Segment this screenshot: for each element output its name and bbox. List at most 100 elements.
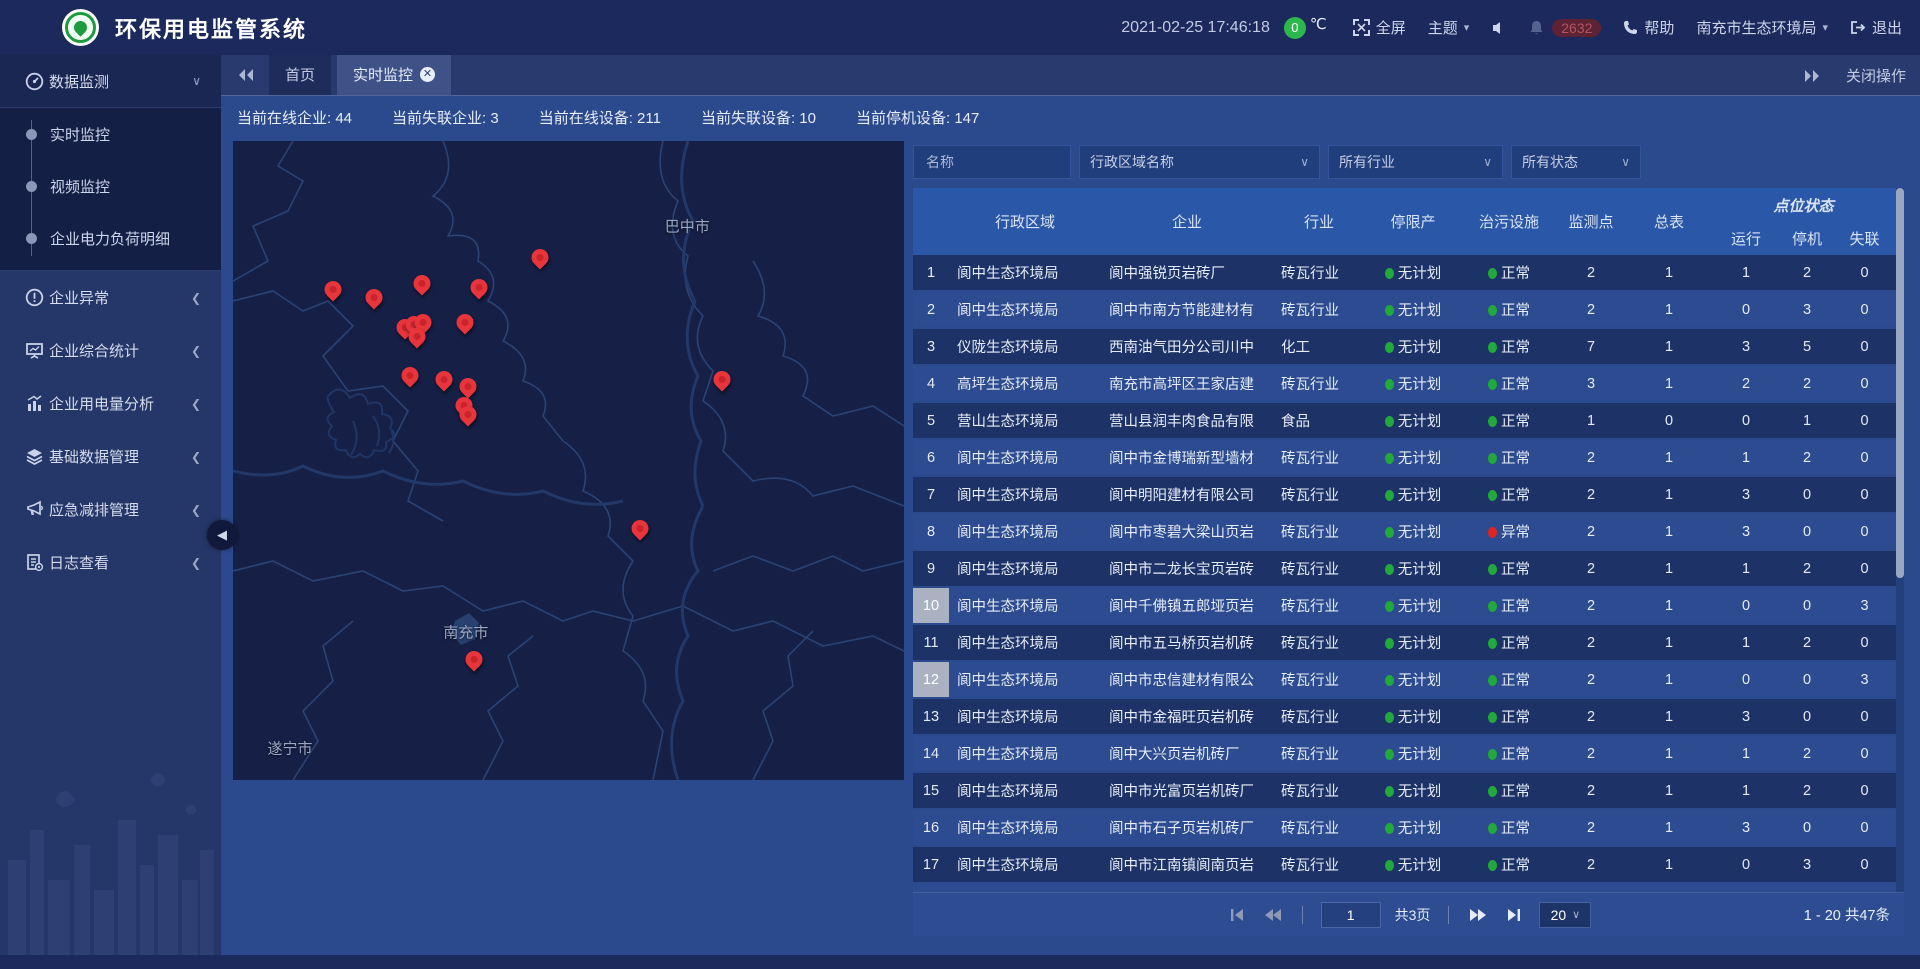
tabs-scroll-left-button[interactable] <box>229 54 263 95</box>
tab-0[interactable]: 首页 <box>269 54 331 95</box>
pagination-bar: 共3页 20 ∨ 1 - 20 共47条 <box>913 892 1904 936</box>
stop-status-cell: 无计划 <box>1365 632 1461 653</box>
sidebar-item-3[interactable]: 企业用电量分析❮ <box>0 377 221 430</box>
table-row[interactable]: 1阆中生态环境局阆中强锐页岩砖厂砖瓦行业无计划正常21120 <box>913 255 1904 290</box>
theme-dropdown[interactable]: 主题 ▾ <box>1428 17 1470 38</box>
sidebar-item-4[interactable]: 基础数据管理❮ <box>0 430 221 483</box>
run-count-cell: 1 <box>1713 265 1779 281</box>
green-dot-icon <box>1488 379 1497 390</box>
col-header-0 <box>913 188 949 255</box>
fullscreen-label: 全屏 <box>1376 17 1406 38</box>
halt-count-cell: 0 <box>1779 524 1835 540</box>
run-count-cell: 3 <box>1713 709 1779 725</box>
prev-page-button[interactable] <box>1262 904 1284 926</box>
next-page-icon <box>1469 908 1487 922</box>
page-number-input[interactable] <box>1321 902 1381 928</box>
industry-cell: 砖瓦行业 <box>1273 743 1365 764</box>
table-row[interactable]: 2阆中生态环境局阆中市南方节能建材有砖瓦行业无计划正常21030 <box>913 292 1904 327</box>
page-size-select[interactable]: 20 ∨ <box>1539 902 1591 928</box>
table-row[interactable]: 10阆中生态环境局阆中千佛镇五郎垭页岩砖瓦行业无计划正常21003 <box>913 588 1904 623</box>
lost-count-cell: 0 <box>1835 376 1894 392</box>
table-row[interactable]: 14阆中生态环境局阆中大兴页岩机砖厂砖瓦行业无计划正常21120 <box>913 736 1904 771</box>
bell-icon <box>1529 20 1544 36</box>
first-page-button[interactable] <box>1226 904 1248 926</box>
table-row[interactable]: 7阆中生态环境局阆中明阳建材有限公司砖瓦行业无计划正常21300 <box>913 477 1904 512</box>
lost-count-cell: 0 <box>1835 635 1894 651</box>
monitor-count-cell: 2 <box>1557 635 1625 651</box>
sidebar-item-5[interactable]: 应急减排管理❮ <box>0 483 221 536</box>
green-dot-icon <box>1488 564 1497 575</box>
close-operations-button[interactable]: 关闭操作 <box>1846 65 1906 86</box>
green-dot-icon <box>1385 453 1394 464</box>
app-logo-icon <box>62 9 99 46</box>
region-filter-select[interactable]: 行政区域名称 ∨ <box>1079 145 1320 179</box>
run-count-cell: 3 <box>1713 339 1779 355</box>
halt-count-cell: 2 <box>1779 450 1835 466</box>
table-row[interactable]: 17阆中生态环境局阆中市江南镇阆南页岩砖瓦行业无计划正常21030 <box>913 847 1904 882</box>
next-page-button[interactable] <box>1467 904 1489 926</box>
industry-filter-select[interactable]: 所有行业 ∨ <box>1328 145 1503 179</box>
red-dot-icon <box>1488 527 1497 538</box>
name-filter-field[interactable] <box>913 145 1071 179</box>
notifications[interactable]: 2632 <box>1529 19 1601 37</box>
map-lines <box>233 141 904 780</box>
table-row[interactable]: 5营山生态环境局营山县润丰肉食品有限食品无计划正常10010 <box>913 403 1904 438</box>
tab-1[interactable]: 实时监控✕ <box>337 54 451 95</box>
double-chevron-right-icon[interactable] <box>1804 69 1820 83</box>
sidebar-item-6[interactable]: 日志查看❮ <box>0 536 221 589</box>
sidebar-subitem-2[interactable]: 企业电力负荷明细 <box>0 212 221 264</box>
run-count-cell: 2 <box>1713 376 1779 392</box>
region-cell: 高坪生态环境局 <box>949 373 1101 394</box>
table-row[interactable]: 3仪陇生态环境局西南油气田分公司川中化工无计划正常71350 <box>913 329 1904 364</box>
table-row[interactable]: 13阆中生态环境局阆中市金福旺页岩机砖砖瓦行业无计划正常21300 <box>913 699 1904 734</box>
row-index: 9 <box>913 551 949 586</box>
table-row[interactable]: 9阆中生态环境局阆中市二龙长宝页岩砖砖瓦行业无计划正常21120 <box>913 551 1904 586</box>
stop-status-cell: 无计划 <box>1365 854 1461 875</box>
table-row[interactable]: 18南部生态环境局南部县砌华水泥有限公建材行业无计划正常50050 <box>913 884 1904 892</box>
city-label: 遂宁市 <box>268 738 313 759</box>
green-dot-icon <box>1385 786 1394 797</box>
exit-icon <box>1850 20 1866 35</box>
table-row[interactable]: 12阆中生态环境局阆中市忠信建材有限公砖瓦行业无计划正常21003 <box>913 662 1904 697</box>
sidebar-item-0[interactable]: 数据监测∨ <box>0 55 221 108</box>
last-page-button[interactable] <box>1503 904 1525 926</box>
chevron-left-icon: ❮ <box>191 450 201 464</box>
table-row[interactable]: 11阆中生态环境局阆中市五马桥页岩机砖砖瓦行业无计划正常21120 <box>913 625 1904 660</box>
green-dot-icon <box>1488 860 1497 871</box>
fullscreen-button[interactable]: 全屏 <box>1353 17 1406 38</box>
run-count-cell: 0 <box>1713 598 1779 614</box>
table-row[interactable]: 16阆中生态环境局阆中市石子页岩机砖厂砖瓦行业无计划正常21300 <box>913 810 1904 845</box>
name-filter-input[interactable] <box>924 153 1060 171</box>
table-row[interactable]: 4高坪生态环境局南充市高坪区王家店建砖瓦行业无计划正常31220 <box>913 366 1904 401</box>
table-row[interactable]: 15阆中生态环境局阆中市光富页岩机砖厂砖瓦行业无计划正常21120 <box>913 773 1904 808</box>
meter-count-cell: 1 <box>1625 783 1713 799</box>
company-cell: 阆中市金博瑞新型墙材 <box>1101 447 1273 468</box>
help-label: 帮助 <box>1644 17 1674 38</box>
table-row[interactable]: 8阆中生态环境局阆中市枣碧大梁山页岩砖瓦行业无计划异常21300 <box>913 514 1904 549</box>
company-cell: 阆中市南方节能建材有 <box>1101 299 1273 320</box>
sidebar-collapse-handle[interactable]: ◀ <box>207 520 237 550</box>
green-dot-icon <box>1488 305 1497 316</box>
help-button[interactable]: 帮助 <box>1623 17 1674 38</box>
logout-button[interactable]: 退出 <box>1850 17 1902 38</box>
sidebar-subitem-1[interactable]: 视频监控 <box>0 160 221 212</box>
sidebar-item-1[interactable]: 企业异常❮ <box>0 271 221 324</box>
tab-close-icon[interactable]: ✕ <box>420 67 435 82</box>
halt-count-cell: 5 <box>1779 339 1835 355</box>
meter-count-cell: 1 <box>1625 376 1713 392</box>
green-dot-icon <box>1488 638 1497 649</box>
sidebar-item-label: 企业异常 <box>49 287 109 308</box>
table-scrollbar[interactable] <box>1896 188 1904 892</box>
map-panel[interactable]: 巴中市南充市遂宁市 <box>233 141 904 780</box>
org-dropdown[interactable]: 南充市生态环境局 ▾ <box>1696 17 1828 38</box>
status-filter-select[interactable]: 所有状态 ∨ <box>1511 145 1641 179</box>
table-row[interactable]: 6阆中生态环境局阆中市金博瑞新型墙材砖瓦行业无计划正常21120 <box>913 440 1904 475</box>
scrollbar-thumb[interactable] <box>1896 188 1904 578</box>
monitor-count-cell: 2 <box>1557 524 1625 540</box>
lost-count-cell: 3 <box>1835 672 1894 688</box>
row-index: 4 <box>913 366 949 401</box>
sidebar-submenu: 实时监控视频监控企业电力负荷明细 <box>0 108 221 271</box>
sidebar-item-2[interactable]: 企业综合统计❮ <box>0 324 221 377</box>
sidebar-subitem-0[interactable]: 实时监控 <box>0 108 221 160</box>
mute-button[interactable] <box>1491 20 1507 36</box>
